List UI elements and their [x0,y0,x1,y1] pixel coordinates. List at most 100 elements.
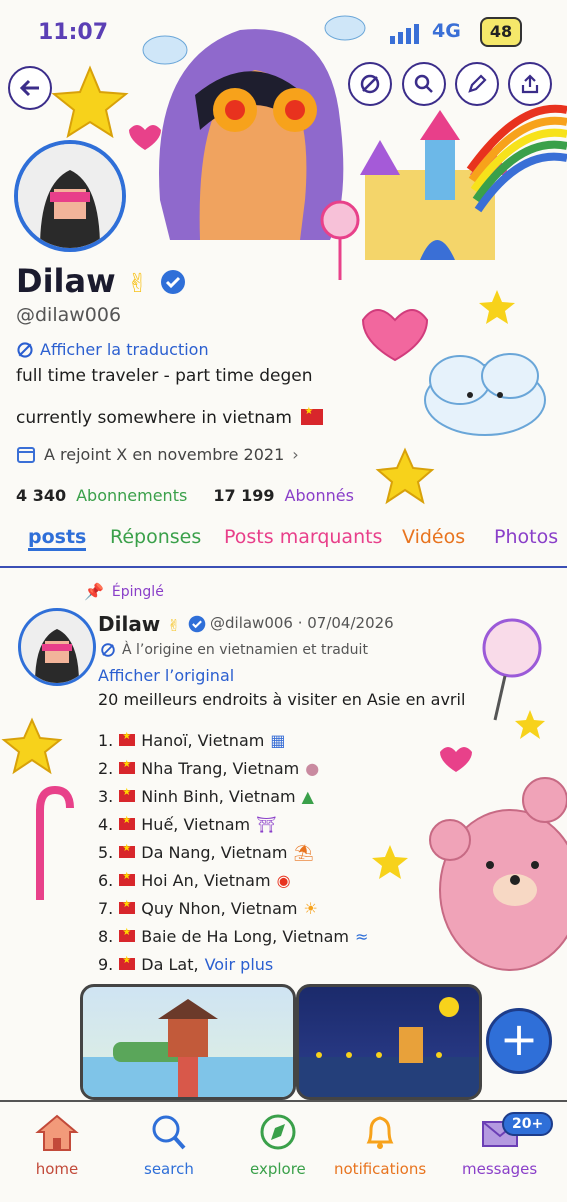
list-item: 4. Huế, Vietnam⛩ [98,810,398,838]
pinned-label: Épinglé [111,583,164,600]
list-item: 8. Baie de Ha Long, Vietnam≈ [98,922,398,950]
mountain-icon: ▲ [301,786,314,806]
tab-videos[interactable]: Vidéos [402,526,465,548]
list-item: 7. Quy Nhon, Vietnam☀ [98,894,398,922]
pinned-indicator: 📌 Épinglé [84,582,164,601]
profile-name-text: Dilaw [16,262,116,300]
post-author-name: Dilaw [98,612,161,636]
vietnam-flag-icon [119,927,136,942]
back-button[interactable] [8,66,52,110]
list-text: Ninh Binh, Vietnam [141,786,296,806]
profile-tabs: posts Réponses Posts marquants Vidéos Ph… [0,526,567,562]
list-number: 7. [98,898,114,918]
list-item: 5. Da Nang, Vietnam⛱ [98,838,398,866]
temple-icon: ⛩ [256,814,277,834]
verified-icon [160,270,185,294]
vietnam-flag-icon [119,815,136,830]
chevron-right-icon: › [292,444,299,464]
post-avatar-art [35,629,79,683]
tabs-divider [0,566,567,568]
muscle-icon: ✌ [167,616,181,635]
list-number: 3. [98,786,114,806]
post-author[interactable]: Dilaw ✌ [98,612,206,636]
wave-icon: ≈ [355,926,369,946]
bell-icon [366,1116,394,1149]
tab-replies[interactable]: Réponses [110,526,201,548]
nav-search-label: search [144,1160,194,1178]
pin-icon: 📌 [84,582,104,601]
list-item: 1. Hanoï, Vietnam▦ [98,726,398,754]
list-text: Hoi An, Vietnam [141,870,271,890]
following-count[interactable]: 4 340 [16,486,66,505]
vietnam-flag-icon [119,871,136,886]
plus-icon: + [499,1012,539,1066]
vietnam-flag-icon [119,759,136,774]
share-icon [521,74,539,94]
translate-label: Afficher la traduction [40,340,209,359]
profile-name: Dilaw ✌ [16,262,186,300]
joined-text: A rejoint X en novembre 2021 [44,444,285,464]
vietnam-flag-icon [119,731,136,746]
followers-label[interactable]: Abonnés [285,486,354,505]
nav-search[interactable]: search [144,1112,194,1178]
sunset-icon: ☀ [303,898,318,918]
post-image-night-temple[interactable] [296,984,482,1100]
no-translate-icon [360,74,380,94]
network-type: 4G [432,20,461,42]
origin-text: À l’origine en vietnamien et traduit [122,642,368,658]
followers-count[interactable]: 17 199 [213,486,274,505]
tab-posts[interactable]: posts [28,526,87,551]
list-number: 2. [98,758,114,778]
no-translate-icon [101,643,115,657]
see-more-link[interactable]: Voir plus [205,955,274,974]
verified-icon [188,615,205,633]
compose-button[interactable]: + [486,1008,552,1074]
list-text: Nha Trang, Vietnam [141,758,300,778]
search-icon [152,1115,186,1150]
messages-badge: 20+ [502,1112,554,1136]
vietnam-flag-icon [119,787,136,802]
lantern-icon: ◉ [276,870,291,890]
bio-line-2: currently somewhere in vietnam [16,406,324,428]
translation-note: À l’origine en vietnamien et traduit [100,642,368,658]
tab-highlights[interactable]: Posts marquants [224,526,382,548]
nav-messages-label: messages [462,1160,538,1178]
signal-icon [390,24,419,44]
show-original-link[interactable]: Afficher l’original [98,666,234,685]
profile-avatar[interactable] [14,140,126,252]
night-temple-art [299,997,479,1097]
pencil-icon [468,74,487,93]
nav-explore-label: explore [250,1160,306,1178]
translate-link[interactable]: Afficher la traduction [16,340,209,359]
bottom-nav: home search explore notifications messag… [0,1100,567,1202]
post-handle-date: @dilaw006 · 07/04/2026 [210,614,394,632]
back-arrow-icon [19,79,39,97]
post-avatar[interactable] [18,608,96,686]
nav-explore[interactable]: explore [250,1112,306,1178]
battery-indicator: 48 [480,17,522,47]
post-image-pagoda[interactable] [80,984,296,1100]
list-text: Baie de Ha Long, Vietnam [141,926,350,946]
share-button[interactable] [508,62,552,106]
home-icon [35,1114,79,1151]
tab-photos[interactable]: Photos [494,526,558,548]
vietnam-flag-icon [119,843,136,858]
nav-notifications[interactable]: notifications [334,1112,426,1178]
translate-toggle-button[interactable] [348,62,392,106]
explore-icon [260,1114,296,1150]
following-label[interactable]: Abonnements [76,486,187,505]
shell-icon: ● [305,758,320,778]
bio-line-1: full time traveler - part time degen [16,366,313,386]
list-number: 1. [98,730,114,750]
list-item: 9. Da Lat, Voir plus [98,950,398,978]
edit-button[interactable] [455,62,499,106]
list-text: Da Lat, [141,954,199,974]
pagoda-art [83,999,293,1097]
list-number: 9. [98,954,114,974]
search-icon [414,74,433,93]
nav-home[interactable]: home [34,1112,80,1178]
list-number: 8. [98,926,114,946]
search-button[interactable] [402,62,446,106]
joined-date[interactable]: A rejoint X en novembre 2021 › [16,444,299,464]
list-item: 3. Ninh Binh, Vietnam▲ [98,782,398,810]
